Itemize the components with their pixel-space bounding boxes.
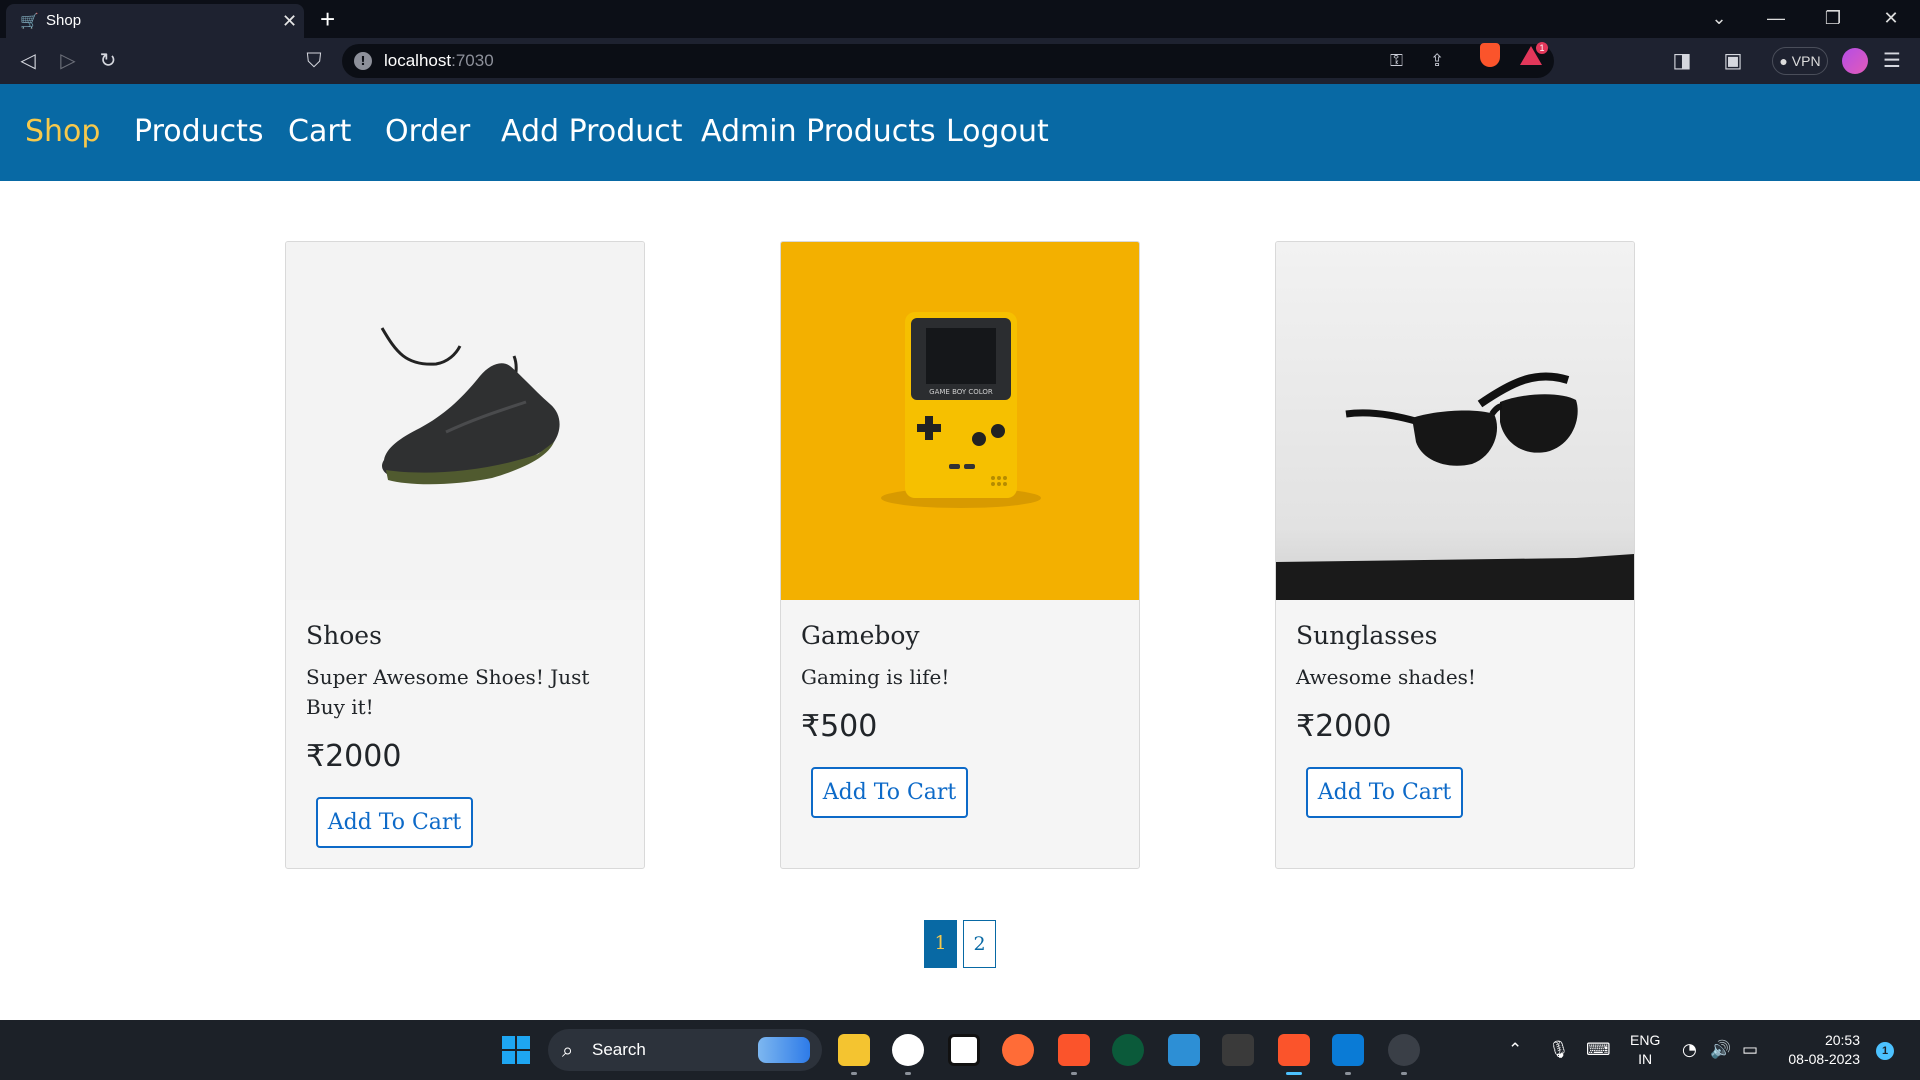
tab-title: Shop bbox=[46, 12, 82, 29]
product-title: Shoes bbox=[306, 621, 382, 650]
running-indicator bbox=[905, 1072, 911, 1075]
brave-beta-icon[interactable] bbox=[1058, 1034, 1090, 1066]
minimize-icon[interactable]: — bbox=[1761, 6, 1791, 30]
product-title: Gameboy bbox=[801, 621, 920, 650]
postman-icon[interactable] bbox=[1002, 1034, 1034, 1066]
mongodb-compass-icon[interactable] bbox=[892, 1034, 924, 1066]
keyboard-icon[interactable]: ⌨ bbox=[1586, 1038, 1611, 1062]
main-navbar: Shop Products Cart Order Add Product Adm… bbox=[0, 84, 1920, 181]
product-title: Sunglasses bbox=[1296, 621, 1438, 650]
add-to-cart-button[interactable]: Add To Cart bbox=[811, 767, 968, 818]
add-to-cart-button[interactable]: Add To Cart bbox=[316, 797, 473, 848]
back-icon[interactable]: ◁ bbox=[14, 48, 42, 72]
nav-brand-shop[interactable]: Shop bbox=[25, 114, 100, 150]
brave-shields-icon[interactable] bbox=[1480, 43, 1500, 67]
notepad-icon[interactable] bbox=[1168, 1034, 1200, 1066]
terminal-icon[interactable] bbox=[1222, 1034, 1254, 1066]
product-card: GAME BOY COLOR Gameboy Gaming is life! ₹… bbox=[780, 241, 1140, 869]
tab-search-chevron-icon[interactable]: ⌄ bbox=[1704, 6, 1734, 30]
product-card: Sunglasses Awesome shades! ₹2000 Add To … bbox=[1275, 241, 1635, 869]
nav-cart[interactable]: Cart bbox=[288, 114, 351, 150]
bookmark-icon[interactable]: ⛉ bbox=[300, 48, 328, 72]
running-indicator bbox=[1071, 1072, 1077, 1075]
browser-tab[interactable]: 🛒 Shop ✕ bbox=[6, 4, 304, 38]
close-window-icon[interactable]: ✕ bbox=[1876, 6, 1906, 30]
running-indicator bbox=[1345, 1072, 1351, 1075]
new-tab-icon[interactable]: + bbox=[320, 6, 335, 32]
nav-admin-products[interactable]: Admin Products bbox=[701, 114, 936, 150]
forward-icon[interactable]: ▷ bbox=[54, 48, 82, 72]
vpn-button[interactable]: ● VPN bbox=[1772, 47, 1828, 75]
product-description: Gaming is life! bbox=[801, 665, 950, 689]
url-text[interactable]: localhost:7030 bbox=[384, 51, 494, 71]
clock[interactable]: 20:53 08-08-2023 bbox=[1780, 1031, 1860, 1069]
input-language[interactable]: ENG IN bbox=[1630, 1031, 1660, 1069]
search-icon: ⌕ bbox=[562, 1038, 574, 1062]
battery-icon[interactable]: ▭ bbox=[1742, 1038, 1758, 1062]
browser-toolbar: ◁ ▷ ↻ ⛉ ! localhost:7030 ⚿ ⇪ 1 ◨ ▣ ● VPN… bbox=[0, 38, 1920, 84]
sneaker-image bbox=[286, 242, 644, 600]
taskbar: ⌕ Search ⌃ 🎙 ⌨ ENG IN ◔ 🔊 ▭ 20:53 08-08-… bbox=[0, 1020, 1920, 1080]
product-price: ₹500 bbox=[801, 709, 878, 744]
product-card: Shoes Super Awesome Shoes! Just Buy it! … bbox=[285, 241, 645, 869]
sidebar-icon[interactable]: ◨ bbox=[1668, 48, 1696, 72]
wallet-icon[interactable]: ▣ bbox=[1719, 48, 1747, 72]
wifi-icon[interactable]: ◔ bbox=[1682, 1038, 1697, 1062]
product-price: ₹2000 bbox=[306, 739, 402, 774]
windows-start-icon[interactable] bbox=[502, 1036, 530, 1064]
restore-icon[interactable]: ❐ bbox=[1818, 6, 1848, 30]
pagination-page-2[interactable]: 2 bbox=[963, 920, 996, 968]
microphone-icon[interactable]: 🎙 bbox=[1548, 1038, 1570, 1062]
menu-icon[interactable]: ☰ bbox=[1878, 48, 1906, 72]
product-price: ₹2000 bbox=[1296, 709, 1392, 744]
gameboy-logo-text: GAME BOY COLOR bbox=[929, 388, 993, 396]
chevron-up-icon[interactable]: ⌃ bbox=[1508, 1038, 1522, 1062]
obs-icon[interactable] bbox=[1388, 1034, 1420, 1066]
site-info-icon[interactable]: ! bbox=[354, 52, 372, 70]
product-description: Awesome shades! bbox=[1296, 665, 1476, 689]
volume-icon[interactable]: 🔊 bbox=[1710, 1038, 1731, 1062]
taskbar-search[interactable]: ⌕ Search bbox=[548, 1029, 822, 1071]
nav-add-product[interactable]: Add Product bbox=[501, 114, 683, 150]
search-label: Search bbox=[592, 1040, 646, 1059]
address-bar[interactable]: ! localhost:7030 ⚿ ⇪ bbox=[342, 44, 1554, 78]
running-indicator bbox=[1401, 1072, 1407, 1075]
add-to-cart-button[interactable]: Add To Cart bbox=[1306, 767, 1463, 818]
share-icon[interactable]: ⇪ bbox=[1430, 51, 1444, 71]
git-client-icon[interactable] bbox=[1112, 1034, 1144, 1066]
key-icon[interactable]: ⚿ bbox=[1390, 51, 1403, 71]
profile-avatar[interactable] bbox=[1842, 48, 1868, 74]
search-highlight-icon bbox=[758, 1037, 810, 1063]
close-tab-icon[interactable]: ✕ bbox=[282, 11, 297, 31]
file-explorer-icon[interactable] bbox=[838, 1034, 870, 1066]
cart-icon: 🛒 bbox=[20, 12, 39, 30]
product-description: Super Awesome Shoes! Just Buy it! bbox=[306, 665, 590, 719]
notification-badge[interactable]: 1 bbox=[1876, 1042, 1894, 1060]
active-indicator bbox=[1286, 1072, 1302, 1075]
running-indicator bbox=[851, 1072, 857, 1075]
notion-icon[interactable] bbox=[948, 1034, 980, 1066]
vscode-icon[interactable] bbox=[1332, 1034, 1364, 1066]
sunglasses-image bbox=[1276, 242, 1634, 600]
reload-icon[interactable]: ↻ bbox=[94, 48, 122, 72]
nav-logout[interactable]: Logout bbox=[946, 114, 1049, 150]
browser-tab-strip: 🛒 Shop ✕ + ⌄ — ❐ ✕ bbox=[0, 0, 1920, 38]
gameboy-image: GAME BOY COLOR bbox=[781, 242, 1139, 600]
nav-products[interactable]: Products bbox=[134, 114, 264, 150]
brave-browser-icon[interactable] bbox=[1278, 1034, 1310, 1066]
nav-order[interactable]: Order bbox=[385, 114, 470, 150]
pagination-page-1[interactable]: 1 bbox=[924, 920, 957, 968]
rewards-badge: 1 bbox=[1536, 42, 1548, 54]
